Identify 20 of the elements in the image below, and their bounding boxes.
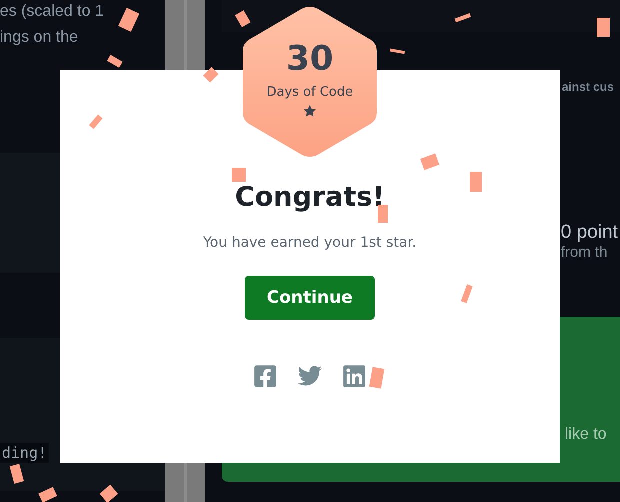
dialog-title: Congrats! bbox=[235, 182, 385, 213]
banner-text: like to bbox=[565, 426, 607, 444]
section-heading: ainst cus bbox=[562, 80, 614, 94]
points-note: from th bbox=[561, 244, 608, 261]
background-text: es (scaled to 1 bbox=[0, 2, 104, 22]
background-text: ings on the bbox=[0, 28, 78, 48]
code-snippet: ding! bbox=[0, 443, 50, 463]
confetti-piece bbox=[597, 18, 610, 37]
badge-number: 30 bbox=[286, 39, 334, 79]
badge-label: Days of Code bbox=[266, 85, 354, 100]
confetti-piece bbox=[470, 172, 482, 192]
confetti-piece bbox=[107, 54, 123, 68]
star-icon bbox=[304, 105, 316, 117]
confetti-piece bbox=[232, 168, 246, 182]
facebook-icon[interactable] bbox=[253, 364, 278, 389]
linkedin-icon[interactable] bbox=[342, 364, 367, 389]
continue-button[interactable]: Continue bbox=[245, 276, 375, 320]
confetti-piece bbox=[390, 48, 406, 54]
points-text: 0 point bbox=[561, 222, 618, 244]
dialog-message: You have earned your 1st star. bbox=[203, 235, 417, 251]
